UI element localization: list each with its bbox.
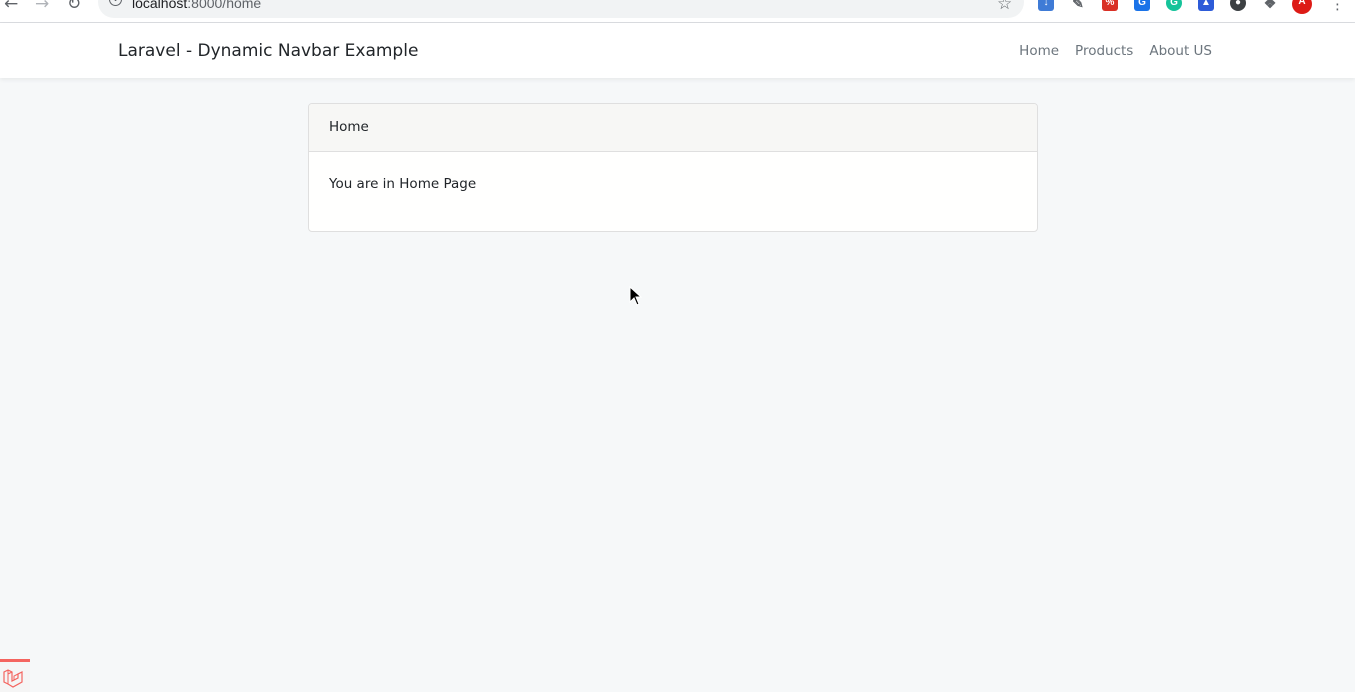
pen-extension-icon[interactable]: ✎ bbox=[1070, 0, 1086, 11]
translate-extension-icon[interactable]: G bbox=[1134, 0, 1150, 11]
card-header: Home bbox=[309, 104, 1037, 152]
download-extension-icon[interactable]: ↓ bbox=[1038, 0, 1054, 11]
navbar: Laravel - Dynamic Navbar Example Home Pr… bbox=[0, 23, 1355, 78]
forward-icon[interactable]: → bbox=[35, 0, 49, 14]
circle-extension-icon[interactable]: ● bbox=[1230, 0, 1246, 11]
url-text[interactable]: localhost:8000/home bbox=[132, 0, 261, 12]
browser-toolbar: ← → ↻ i localhost:8000/home ☆ ↓ ✎ % G G … bbox=[0, 0, 1355, 23]
pdf-extension-icon[interactable]: % bbox=[1102, 0, 1118, 11]
card-body: You are in Home Page bbox=[329, 176, 477, 192]
reload-icon[interactable]: ↻ bbox=[67, 0, 81, 14]
back-icon[interactable]: ← bbox=[4, 0, 18, 14]
extensions-puzzle-icon[interactable]: ❖ bbox=[1262, 0, 1278, 11]
nav-link-home[interactable]: Home bbox=[1011, 42, 1067, 60]
menu-dots-icon[interactable]: ⋮ bbox=[1330, 0, 1345, 14]
url-path: :8000/home bbox=[187, 0, 262, 11]
laravel-logo-icon bbox=[3, 669, 23, 688]
angular-extension-icon[interactable]: A bbox=[1292, 0, 1312, 14]
nav-link-products[interactable]: Products bbox=[1067, 42, 1141, 60]
mouse-cursor-icon bbox=[629, 286, 643, 306]
url-host: localhost bbox=[132, 0, 188, 11]
debugbar-toggle[interactable] bbox=[0, 659, 30, 692]
nav-link-about-us[interactable]: About US bbox=[1141, 42, 1220, 60]
navbar-brand[interactable]: Laravel - Dynamic Navbar Example bbox=[118, 40, 418, 62]
nav-links: Home Products About US bbox=[1011, 42, 1220, 60]
grammarly-extension-icon[interactable]: G bbox=[1166, 0, 1182, 11]
star-icon[interactable]: ☆ bbox=[997, 0, 1012, 14]
blue-extension-icon[interactable]: ▲ bbox=[1198, 0, 1214, 11]
home-card: Home You are in Home Page bbox=[308, 103, 1038, 232]
